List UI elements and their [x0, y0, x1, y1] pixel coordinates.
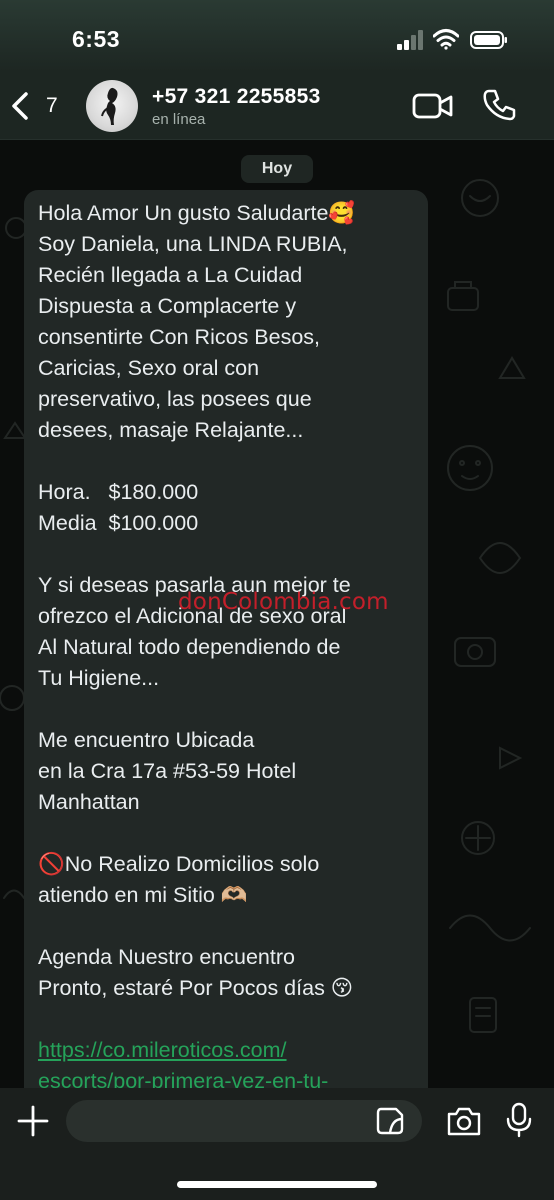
status-time: 6:53 [72, 26, 121, 52]
date-separator: Hoy [241, 155, 313, 183]
plus-icon[interactable] [16, 1104, 50, 1138]
message-line: Manhattan [38, 790, 140, 814]
contact-status: en línea [152, 111, 206, 128]
avatar-silhouette-icon [101, 87, 118, 125]
message-text: Hola Amor Un gusto Saludarte🥰 Soy Daniela… [38, 198, 422, 1097]
wifi-icon [433, 29, 459, 50]
message-line: Caricias, Sexo oral con [38, 356, 260, 380]
video-camera-icon[interactable] [412, 90, 454, 122]
message-line: Hora. $180.000 [38, 480, 199, 504]
message-line: Al Natural todo dependiendo de [38, 635, 341, 659]
message-line: Recién llegada a La Cuidad [38, 263, 303, 287]
contact-avatar[interactable] [86, 80, 138, 132]
message-line: Tu Higiene... [38, 666, 160, 690]
message-line: atiendo en mi Sitio 🫶🏼 [38, 883, 248, 907]
unread-count: 7 [46, 94, 58, 117]
microphone-icon[interactable] [506, 1102, 532, 1138]
phone-icon[interactable] [482, 88, 516, 122]
sticker-icon[interactable] [376, 1107, 404, 1135]
whatsapp-chat-screen: 6:53 7 +57 321 2255853 en línea Hoy Hola… [0, 0, 554, 1200]
contact-name[interactable]: +57 321 2255853 [152, 85, 321, 109]
back-button[interactable]: 7 [8, 86, 68, 126]
message-line: Hola Amor Un gusto Saludarte🥰 [38, 201, 356, 225]
message-line: Media $100.000 [38, 511, 199, 535]
home-indicator [177, 1181, 377, 1188]
message-line: desees, masaje Relajante... [38, 418, 304, 442]
status-bar: 6:53 [0, 0, 554, 72]
message-composer [0, 1088, 554, 1200]
battery-icon [470, 31, 507, 49]
message-line: Soy Daniela, una LINDA RUBIA, [38, 232, 348, 256]
message-line: Agenda Nuestro encuentro [38, 945, 295, 969]
message-link[interactable]: https://co.mileroticos.com/ [38, 1035, 422, 1066]
message-bubble[interactable]: Hola Amor Un gusto Saludarte🥰 Soy Daniela… [24, 190, 428, 1100]
chevron-left-icon [12, 92, 28, 120]
message-line: en la Cra 17a #53-59 Hotel [38, 759, 297, 783]
message-line: Me encuentro Ubicada [38, 728, 255, 752]
message-line: Dispuesta a Complacerte y [38, 294, 297, 318]
message-input[interactable] [66, 1100, 422, 1142]
message-line: consentirte Con Ricos Besos, [38, 325, 321, 349]
message-line: 🚫No Realizo Domicilios solo [38, 852, 320, 876]
chat-header: 7 +57 321 2255853 en línea [0, 72, 554, 140]
watermark: donColombia.com [178, 589, 389, 615]
camera-icon[interactable] [446, 1105, 482, 1137]
cellular-signal-icon [397, 30, 423, 50]
message-line: preservativo, las posees que [38, 387, 312, 411]
message-line: Pronto, estaré Por Pocos días 😚 [38, 976, 354, 1000]
